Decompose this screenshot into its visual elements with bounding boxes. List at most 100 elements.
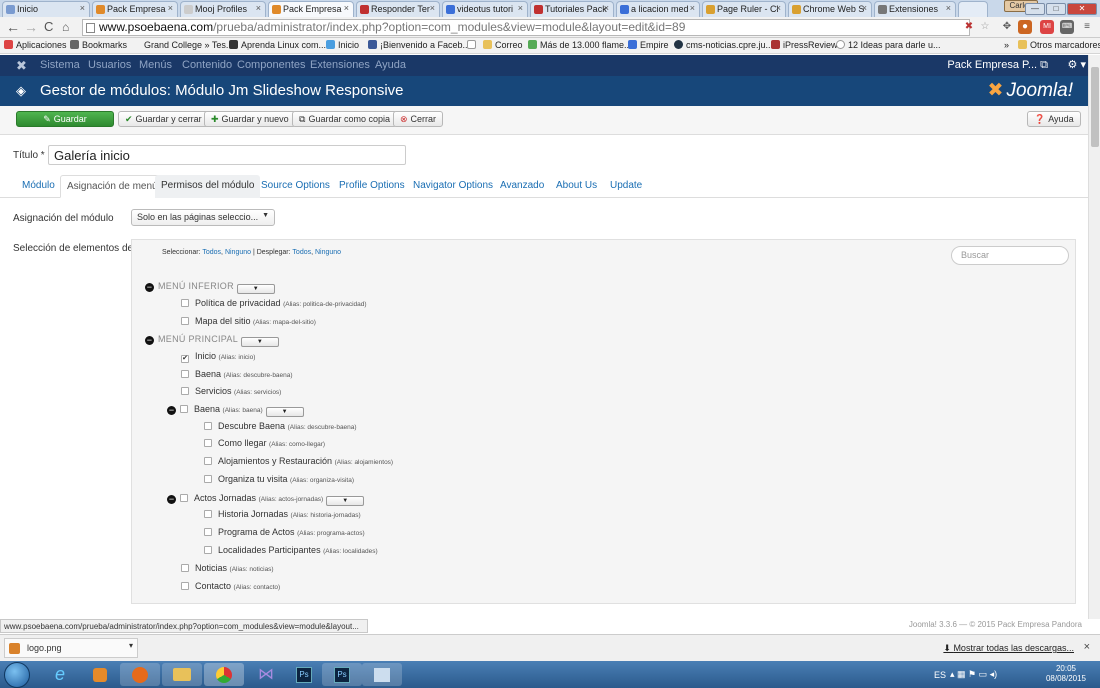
save-new-button[interactable]: ✚ Guardar y nuevo	[204, 111, 296, 127]
gear-icon[interactable]: ⚙ ▾	[1068, 58, 1086, 71]
forward-icon[interactable]: →	[24, 19, 38, 35]
list-item[interactable]: Como llegar (Alias: como-llegar)	[204, 438, 325, 448]
menu-contenido[interactable]: Contenido	[182, 59, 232, 71]
title-input[interactable]: Galería inicio	[48, 145, 406, 165]
checkbox[interactable]	[204, 475, 212, 483]
ie-icon[interactable]: e	[40, 663, 80, 686]
save-copy-button[interactable]: ⧉ Guardar como copia	[292, 111, 397, 127]
extension-icon[interactable]: ✥	[1000, 20, 1014, 34]
firefox-icon[interactable]	[120, 663, 160, 686]
checkbox[interactable]	[204, 510, 212, 518]
close-icon[interactable]: ×	[168, 3, 173, 13]
save-close-button[interactable]: ✔ Guardar y cerrar	[118, 111, 209, 127]
select-all-link[interactable]: Todos	[202, 249, 221, 256]
tab-asignacion-menu[interactable]: Asignación de menú	[60, 175, 165, 198]
reload-icon[interactable]: C	[44, 19, 53, 35]
language-indicator[interactable]: ES	[934, 670, 946, 680]
checkbox[interactable]	[204, 457, 212, 465]
close-icon[interactable]: ×	[690, 3, 695, 13]
window-icon[interactable]	[362, 663, 402, 686]
photoshop-icon[interactable]: Ps	[284, 663, 324, 686]
close-icon[interactable]: ×	[518, 3, 523, 13]
list-item[interactable]: Política de privacidad (Alias: politica-…	[181, 298, 367, 308]
list-item[interactable]: − Actos Jornadas (Alias: actos-jornadas) ▼	[167, 493, 365, 506]
media-icon[interactable]	[80, 663, 120, 686]
list-item[interactable]: Servicios (Alias: servicios)	[181, 386, 281, 396]
checkbox[interactable]	[204, 422, 212, 430]
start-button[interactable]	[4, 662, 30, 688]
browser-tab[interactable]: Chrome Web S ×	[788, 1, 872, 17]
bookmark-item[interactable]: Correo	[483, 40, 523, 50]
expand-none-link[interactable]: Ninguno	[315, 249, 341, 256]
menu-dropdown-button[interactable]: ▼	[241, 337, 280, 347]
bookmark-item[interactable]	[467, 40, 479, 50]
list-item[interactable]: − Baena (Alias: baena) ▼	[167, 404, 304, 417]
checkbox-checked[interactable]: ✔	[181, 355, 189, 363]
bookmark-item[interactable]: Aprenda Linux com...	[229, 40, 326, 50]
browser-tab[interactable]: Tutoriales Pack ×	[530, 1, 614, 17]
checkbox[interactable]	[181, 299, 189, 307]
bookmark-item[interactable]: Más de 13.000 flame...	[528, 40, 632, 50]
close-icon[interactable]: ×	[862, 3, 867, 13]
vs-icon[interactable]: ⋈	[246, 663, 286, 686]
menu-menus[interactable]: Menús	[139, 59, 172, 71]
bookmark-item[interactable]: 12 Ideas para darle u...	[836, 40, 941, 50]
collapse-icon[interactable]: −	[167, 495, 176, 504]
checkbox[interactable]	[181, 387, 189, 395]
browser-tab[interactable]: videotus tutori ×	[442, 1, 528, 17]
tab-modulo[interactable]: Módulo	[16, 175, 61, 198]
tab-navigator-options[interactable]: Navigator Options	[407, 175, 499, 198]
collapse-icon[interactable]: −	[145, 283, 154, 292]
search-input[interactable]: Buscar	[951, 246, 1069, 265]
star-icon[interactable]: ☆	[978, 20, 992, 34]
extension-icon[interactable]: ✖	[962, 20, 976, 34]
close-icon[interactable]: ×	[776, 3, 781, 13]
close-icon[interactable]: ×	[430, 3, 435, 13]
browser-tab[interactable]: Responder Ter ×	[356, 1, 440, 17]
assignment-select[interactable]: Solo en las páginas seleccio... ▼	[131, 209, 275, 226]
close-icon[interactable]: ×	[80, 3, 85, 13]
close-icon[interactable]: ×	[1084, 641, 1090, 653]
tab-update[interactable]: Update	[604, 175, 648, 198]
close-icon[interactable]: ×	[344, 3, 349, 13]
checkbox[interactable]	[204, 439, 212, 447]
checkbox[interactable]	[181, 370, 189, 378]
browser-tab[interactable]: Inicio ×	[2, 1, 90, 17]
collapse-icon[interactable]: −	[167, 406, 176, 415]
checkbox[interactable]	[180, 405, 188, 413]
help-button[interactable]: ❓ Ayuda	[1027, 111, 1081, 127]
close-button[interactable]: ⊗ Cerrar	[393, 111, 444, 127]
bookmark-item[interactable]: Aplicaciones	[4, 40, 67, 50]
tab-avanzado[interactable]: Avanzado	[494, 175, 550, 198]
bookmark-item[interactable]: Empire	[628, 40, 669, 50]
list-item[interactable]: Contacto (Alias: contacto)	[181, 581, 280, 591]
list-item[interactable]: Alojamientos y Restauración (Alias: aloj…	[204, 456, 393, 466]
collapse-icon[interactable]: −	[145, 336, 154, 345]
list-item[interactable]: Noticias (Alias: noticias)	[181, 563, 274, 573]
joomla-logo-icon[interactable]: ✖	[16, 58, 27, 74]
new-tab-button[interactable]	[958, 1, 988, 17]
minimize-icon[interactable]: —	[1025, 3, 1045, 15]
page-scrollbar[interactable]	[1088, 55, 1100, 619]
menu-extensiones[interactable]: Extensiones	[310, 59, 370, 71]
extension-icon[interactable]: ●	[1018, 20, 1032, 34]
checkbox[interactable]	[180, 494, 188, 502]
menu-dropdown-button[interactable]: ▼	[265, 407, 304, 417]
chevron-down-icon[interactable]: ▾	[129, 641, 133, 650]
tab-profile-options[interactable]: Profile Options	[333, 175, 411, 198]
more-bookmarks-button[interactable]: »	[1004, 40, 1009, 50]
close-icon[interactable]: ×	[256, 3, 261, 13]
list-item[interactable]: Localidades Participantes (Alias: locali…	[204, 545, 378, 555]
checkbox[interactable]	[204, 528, 212, 536]
close-icon[interactable]: ×	[946, 3, 951, 13]
checkbox[interactable]	[181, 582, 189, 590]
list-item[interactable]: ✔ Inicio (Alias: inicio)	[181, 351, 255, 363]
extension-icon[interactable]: ⌨	[1060, 20, 1074, 34]
back-icon[interactable]: ←	[6, 19, 20, 35]
folder-icon[interactable]	[162, 663, 202, 686]
clock[interactable]: 20:05 08/08/2015	[1046, 664, 1086, 684]
tab-source-options[interactable]: Source Options	[255, 175, 336, 198]
extension-icon[interactable]: MI	[1040, 20, 1054, 34]
menu-sistema[interactable]: Sistema	[40, 59, 80, 71]
bookmark-item[interactable]: Inicio	[326, 40, 359, 50]
